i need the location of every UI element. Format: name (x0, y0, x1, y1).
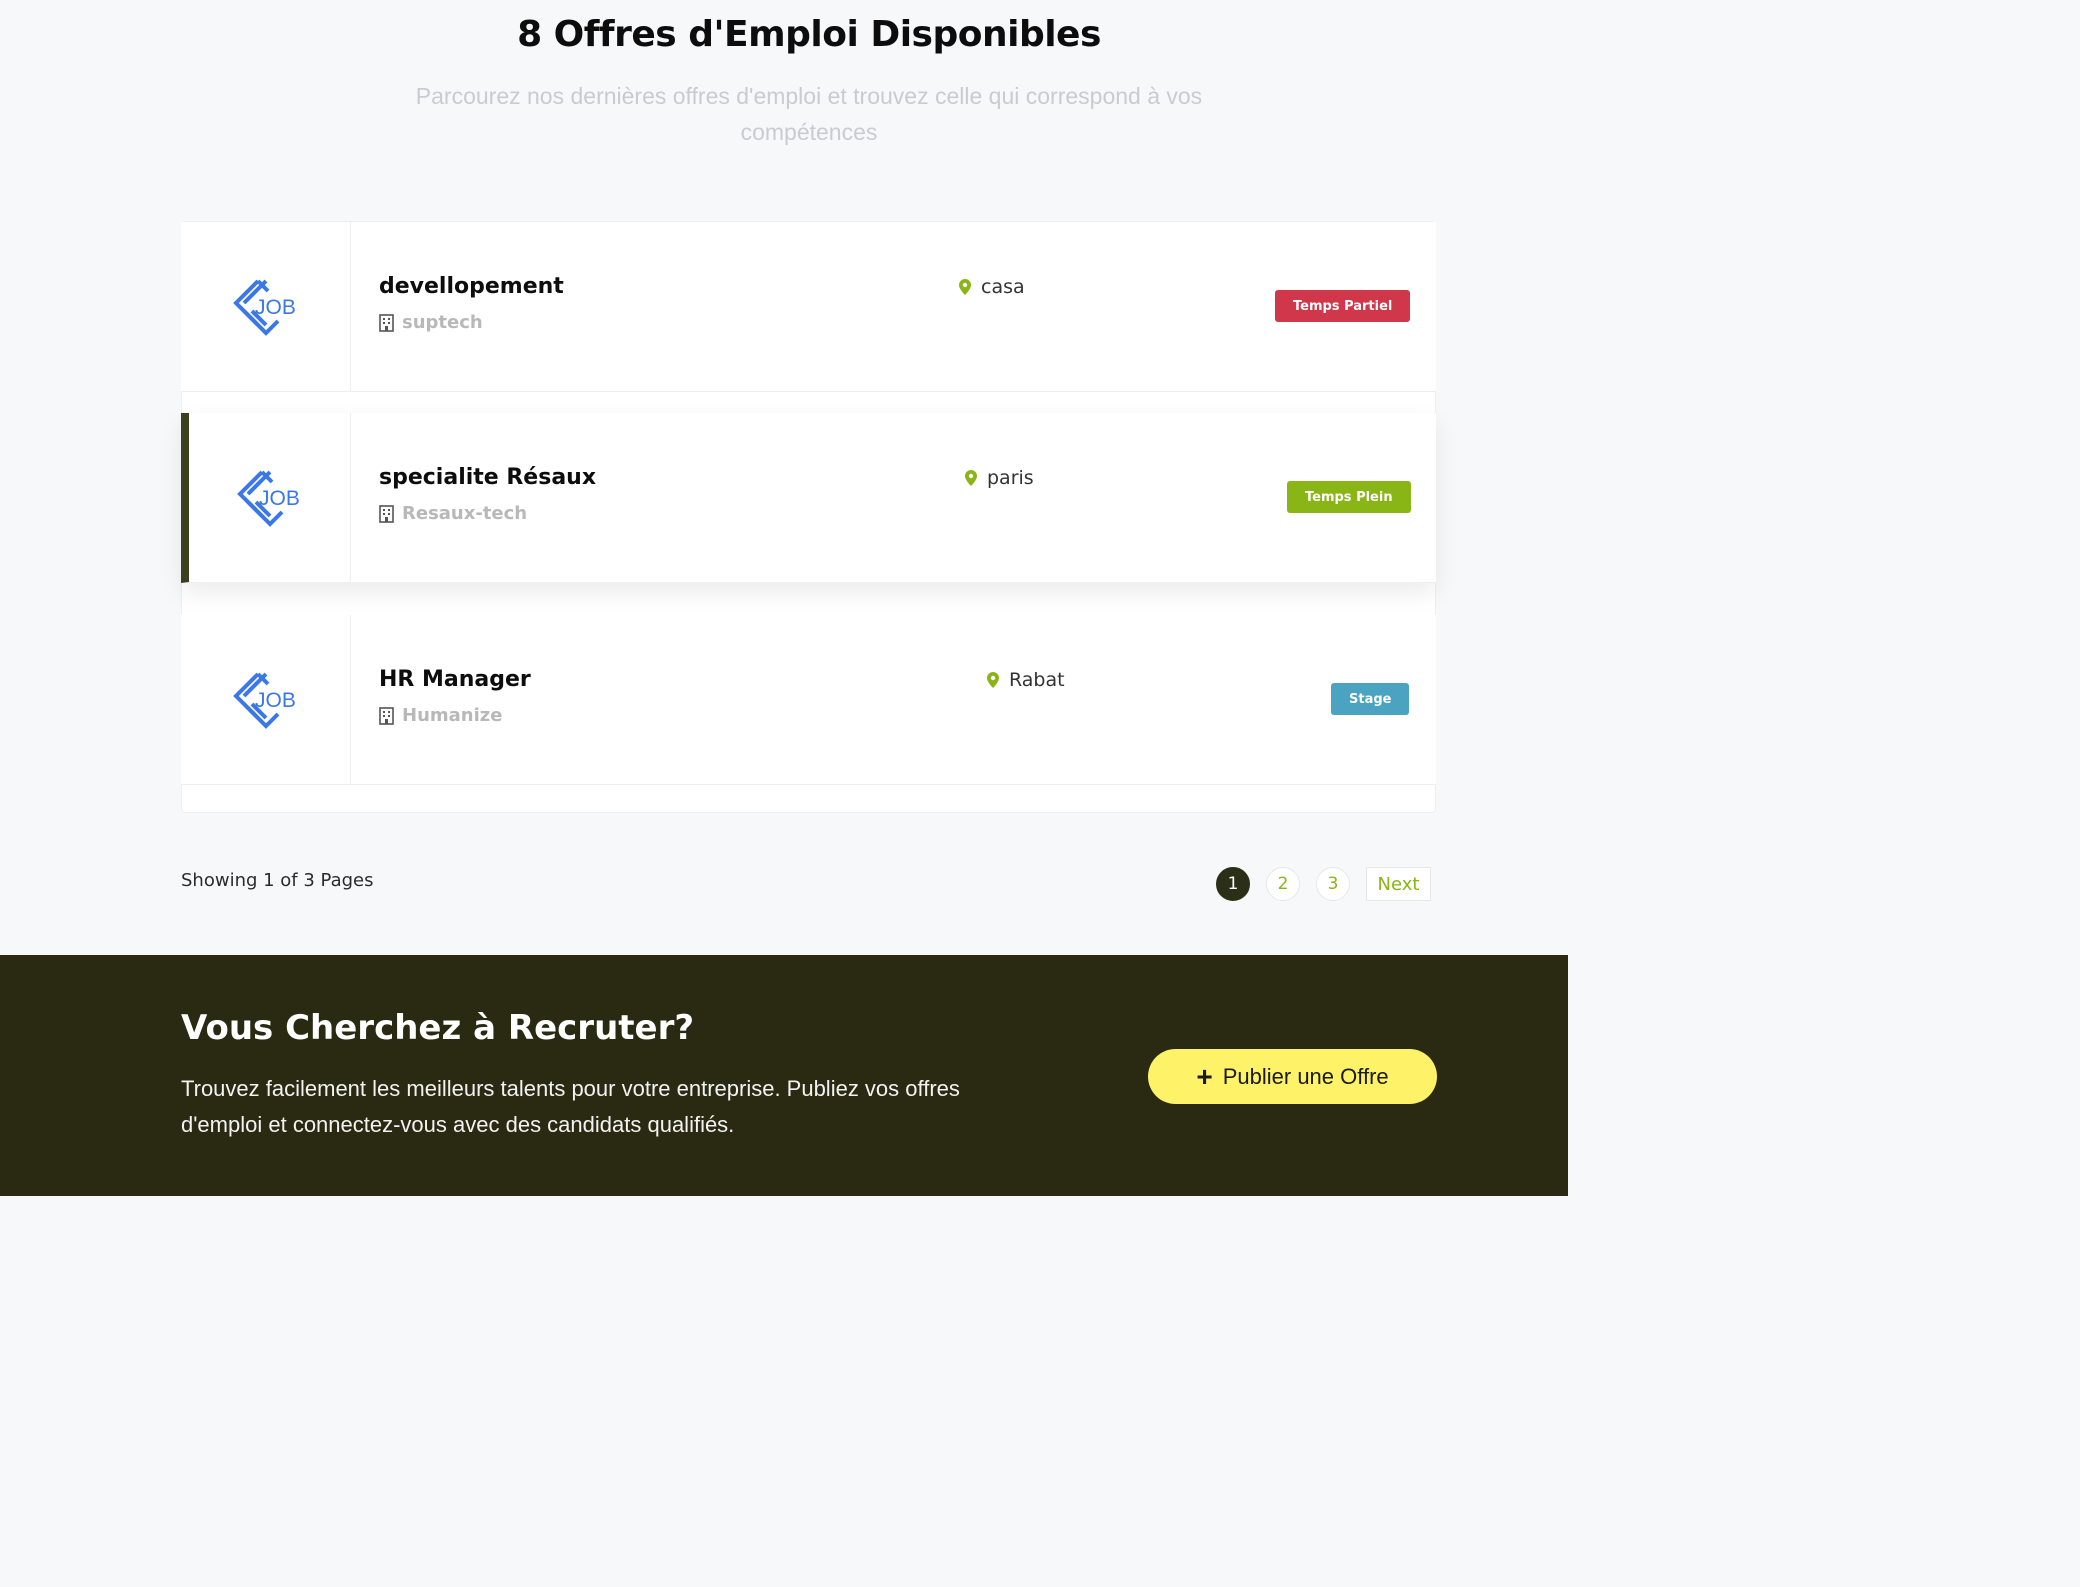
pagination-summary: Showing 1 of 3 Pages (181, 870, 374, 891)
map-pin-icon (959, 279, 971, 295)
page-subtitle: Parcourez nos dernières offres d'emploi … (415, 83, 1203, 145)
map-pin-icon (965, 470, 977, 486)
job-type-badge: Temps Plein (1287, 481, 1411, 513)
job-logo-icon: JOB (232, 672, 296, 729)
next-page-button[interactable]: Next (1366, 867, 1431, 901)
building-icon (379, 313, 394, 332)
publish-offer-button[interactable]: + Publier une Offre (1148, 1049, 1437, 1104)
svg-text:JOB: JOB (255, 296, 296, 319)
page-button-3[interactable]: 3 (1316, 867, 1350, 901)
company-logo: JOB (189, 413, 351, 583)
svg-text:JOB: JOB (255, 689, 296, 712)
job-type-badge: Stage (1331, 683, 1410, 715)
job-card[interactable]: JOB specialite Résaux Resaux-tech paris … (181, 413, 1436, 583)
location-label: casa (981, 276, 1025, 298)
job-card[interactable]: JOB HR Manager Humanize Rabat Stage (181, 615, 1436, 785)
job-logo-icon: JOB (232, 279, 296, 336)
map-pin-icon (987, 672, 999, 688)
company-logo: JOB (181, 615, 351, 785)
company-logo: JOB (181, 222, 351, 392)
page-button-2[interactable]: 2 (1266, 867, 1300, 901)
recruiter-cta: Vous Cherchez à Recruter? Trouvez facile… (0, 955, 1568, 1196)
job-type-badge: Temps Partiel (1275, 290, 1411, 322)
job-title[interactable]: specialite Résaux (379, 465, 596, 490)
building-icon (379, 504, 394, 523)
svg-text:JOB: JOB (259, 487, 300, 510)
company-label: suptech (402, 312, 483, 333)
location-label: Rabat (1009, 669, 1065, 691)
job-card[interactable]: JOB devellopement suptech casa Temps Par… (181, 222, 1436, 392)
location-label: paris (987, 467, 1034, 489)
publish-offer-label: Publier une Offre (1222, 1063, 1389, 1089)
company-label: Humanize (402, 705, 503, 726)
job-title[interactable]: HR Manager (379, 667, 531, 692)
company-name: Humanize (379, 705, 502, 726)
job-logo-icon: JOB (236, 470, 300, 527)
job-location: paris (965, 467, 1034, 489)
job-location: Rabat (987, 669, 1065, 691)
company-label: Resaux-tech (402, 503, 528, 524)
plus-icon: + (1196, 1060, 1213, 1092)
job-location: casa (959, 276, 1025, 298)
page-title: 8 Offres d'Emploi Disponibles (517, 14, 1101, 55)
cta-description: Trouvez facilement les meilleurs talents… (181, 1076, 960, 1137)
company-name: suptech (379, 312, 483, 333)
job-title[interactable]: devellopement (379, 274, 564, 299)
building-icon (379, 706, 394, 725)
cta-title: Vous Cherchez à Recruter? (181, 1008, 695, 1048)
company-name: Resaux-tech (379, 503, 527, 524)
page-button-1[interactable]: 1 (1216, 867, 1250, 901)
